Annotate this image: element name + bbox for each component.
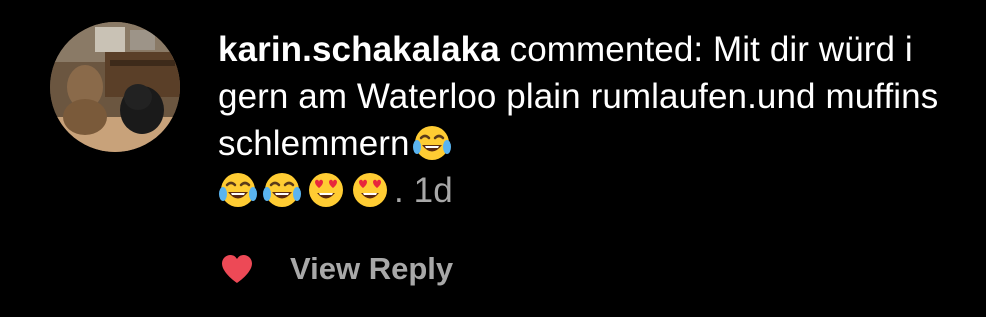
avatar[interactable]	[50, 22, 180, 152]
smiling-face-with-heart-eyes-icon	[350, 170, 390, 210]
comment-text: karin.schakalaka commented: Mit dir würd…	[218, 26, 968, 214]
comment-timestamp: 1d	[413, 171, 453, 210]
comment-separator: .	[394, 171, 414, 210]
face-with-tears-of-joy-icon	[262, 170, 302, 210]
smiling-face-with-heart-eyes-icon	[306, 170, 346, 210]
face-with-tears-of-joy-icon	[412, 123, 452, 163]
face-with-tears-of-joy-icon	[218, 170, 258, 210]
comment-meta: . 1d	[218, 167, 968, 214]
view-reply-button[interactable]: View Reply	[290, 251, 453, 287]
comment-actions: View Reply	[218, 247, 453, 291]
comment-username[interactable]: karin.schakalaka	[218, 30, 500, 69]
heart-icon[interactable]	[220, 254, 254, 284]
